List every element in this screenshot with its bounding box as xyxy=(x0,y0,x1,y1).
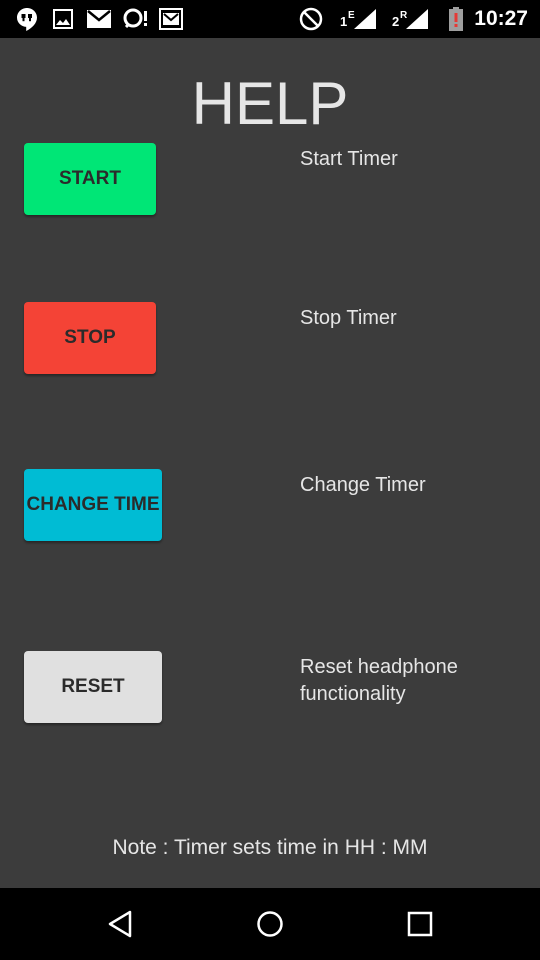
do-not-disturb-icon xyxy=(298,7,324,31)
hangouts-icon xyxy=(14,8,40,31)
page-title: HELP xyxy=(191,70,349,137)
gmail-icon xyxy=(86,8,112,30)
change-time-button[interactable]: CHANGE TIME xyxy=(24,469,162,541)
note-text: Note : Timer sets time in HH : MM xyxy=(112,836,428,859)
voicemail-icon xyxy=(122,8,150,30)
clock-time: 10:27 xyxy=(474,7,528,30)
image-icon xyxy=(52,8,74,30)
svg-text:2: 2 xyxy=(392,14,399,29)
stop-button[interactable]: STOP xyxy=(24,302,156,374)
change-time-description: Change Timer xyxy=(300,474,426,496)
help-screen: HELP START Start Timer STOP Stop Timer C… xyxy=(0,38,540,888)
back-icon[interactable] xyxy=(100,904,140,944)
svg-text:E: E xyxy=(348,10,355,21)
navigation-bar xyxy=(0,888,540,960)
photo-mail-icon xyxy=(158,8,184,30)
home-icon[interactable] xyxy=(250,904,290,944)
signal-sim1-icon: 1 E xyxy=(340,8,378,30)
status-bar: 1 E 2 R 10:27 xyxy=(0,0,540,38)
start-button[interactable]: START xyxy=(24,143,156,215)
svg-text:R: R xyxy=(400,10,408,21)
signal-sim2-icon: 2 R xyxy=(392,8,430,30)
reset-button[interactable]: RESET xyxy=(24,651,162,723)
battery-low-icon xyxy=(448,7,464,31)
start-description: Start Timer xyxy=(300,148,398,170)
stop-description: Stop Timer xyxy=(300,307,397,329)
recents-icon[interactable] xyxy=(400,904,440,944)
reset-description: Reset headphone functionality xyxy=(300,656,458,705)
svg-text:1: 1 xyxy=(340,14,347,29)
